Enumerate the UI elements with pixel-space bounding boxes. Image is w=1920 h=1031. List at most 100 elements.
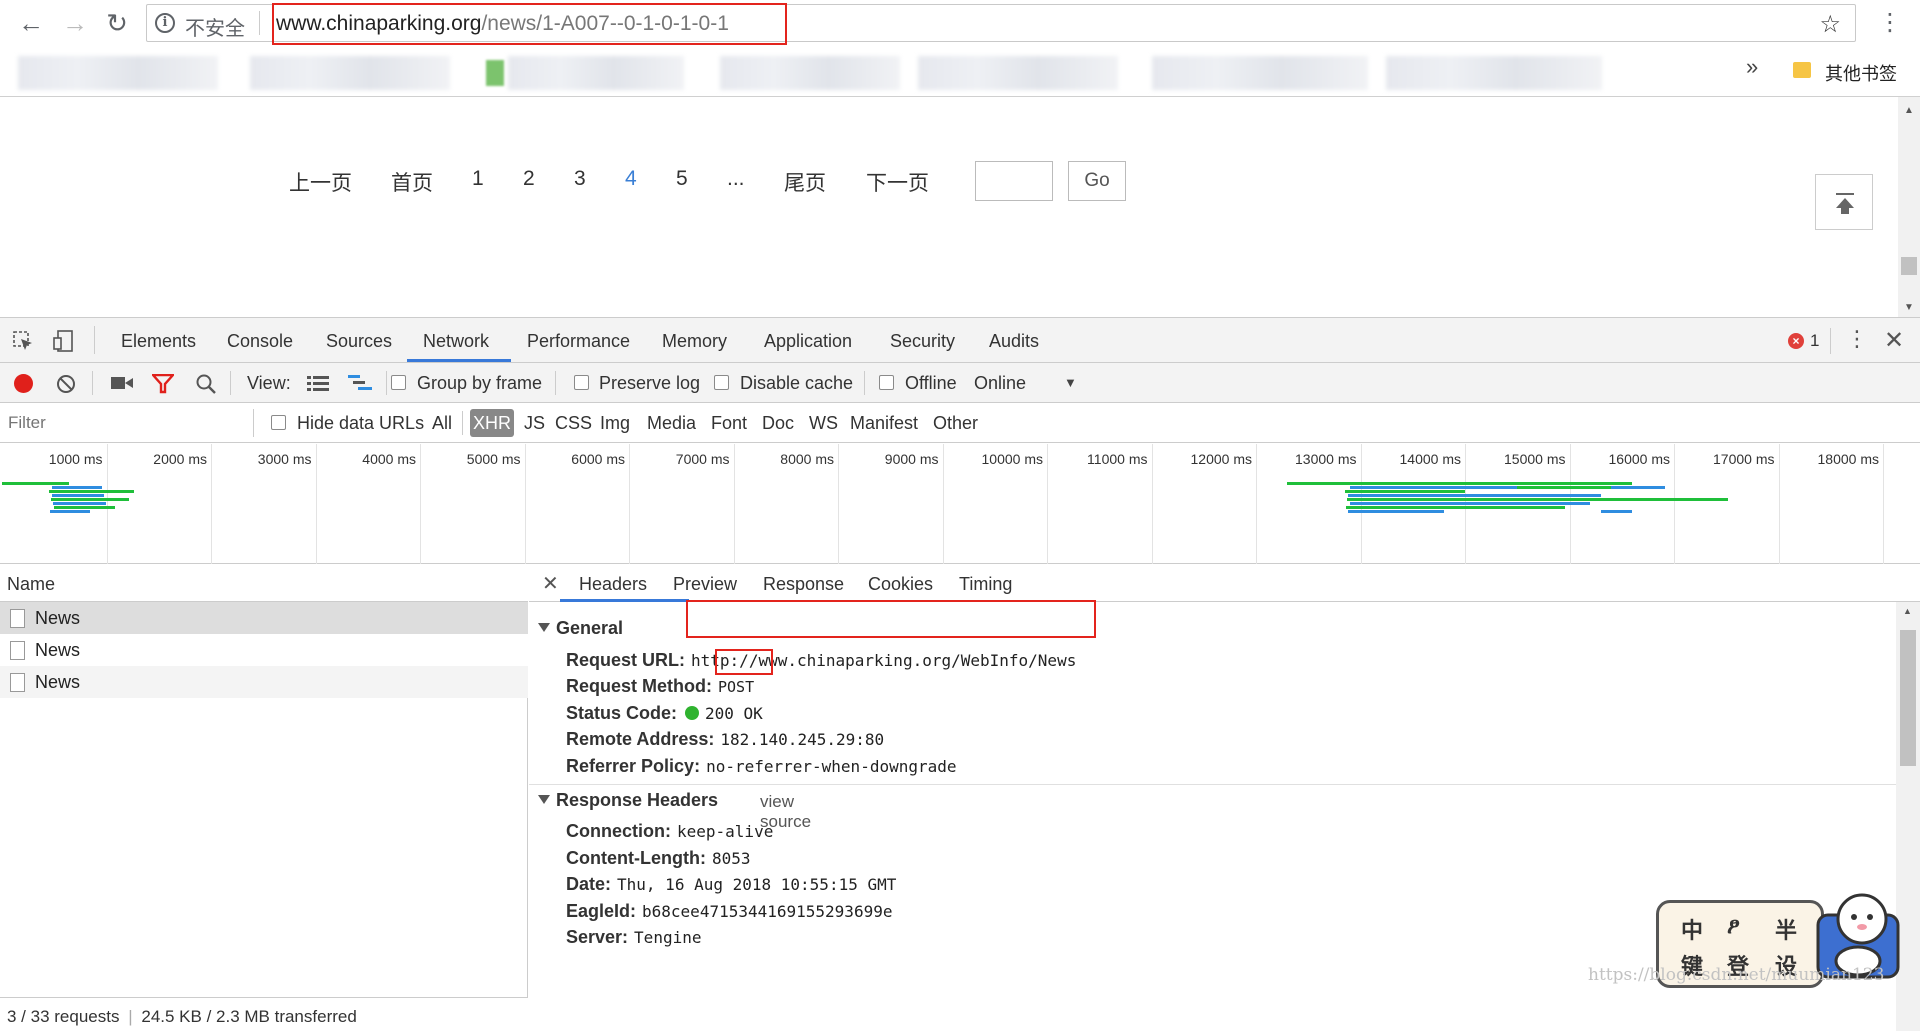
tab-performance[interactable]: Performance	[527, 331, 630, 352]
hide-data-urls-label[interactable]: Hide data URLs	[297, 413, 424, 434]
filter-type-ws[interactable]: WS	[809, 413, 838, 434]
tab-console[interactable]: Console	[227, 331, 293, 352]
filter-type-css[interactable]: CSS	[555, 413, 592, 434]
pagination-first[interactable]: 首页	[391, 167, 433, 197]
name-column-header[interactable]: Name	[0, 564, 528, 602]
filter-type-js[interactable]: JS	[524, 413, 545, 434]
general-section-toggle[interactable]: General	[538, 618, 623, 639]
bookmark-star-icon[interactable]: ☆	[1819, 10, 1841, 39]
request-list: Name News News News 3 / 33 requests | 24…	[0, 564, 528, 1031]
bookmark-item[interactable]	[720, 56, 900, 90]
tab-audits[interactable]: Audits	[989, 331, 1039, 352]
filter-type-doc[interactable]: Doc	[762, 413, 794, 434]
offline-checkbox[interactable]	[879, 375, 894, 390]
filter-funnel-icon[interactable]	[152, 374, 174, 394]
filter-type-media[interactable]: Media	[647, 413, 696, 434]
url-text[interactable]: www.chinaparking.org/news/1-A007--0-1-0-…	[276, 12, 729, 36]
scroll-up-icon[interactable]: ▲	[1903, 606, 1912, 616]
response-headers-section-toggle[interactable]: Response Headers view source	[538, 790, 811, 831]
tab-memory[interactable]: Memory	[662, 331, 727, 352]
chevron-down-icon[interactable]: ▼	[1064, 375, 1077, 390]
timeline-tick-label: 4000 ms	[362, 451, 416, 467]
network-timeline-overview[interactable]: 1000 ms 2000 ms 3000 ms 4000 ms 5000 ms 6000 …	[0, 444, 1920, 564]
throttling-select[interactable]: Online	[974, 373, 1026, 394]
tab-preview[interactable]: Preview	[673, 574, 737, 595]
filter-type-manifest[interactable]: Manifest	[850, 413, 918, 434]
pagination-page[interactable]: 5	[676, 167, 688, 191]
tab-sources[interactable]: Sources	[326, 331, 392, 352]
pagination-page[interactable]: 2	[523, 167, 535, 191]
bookmark-item[interactable]	[508, 56, 684, 90]
filter-type-font[interactable]: Font	[711, 413, 747, 434]
pagination-page[interactable]: 3	[574, 167, 586, 191]
error-count[interactable]: 1	[1810, 331, 1819, 351]
info-icon[interactable]: i	[155, 13, 175, 33]
preserve-log-label[interactable]: Preserve log	[599, 373, 700, 394]
detail-scroll-thumb[interactable]	[1900, 630, 1916, 766]
search-icon[interactable]	[195, 373, 217, 395]
scroll-up-icon[interactable]: ▲	[1904, 105, 1914, 116]
pagination-next[interactable]: 下一页	[866, 167, 929, 197]
bookmark-favicon	[486, 60, 504, 86]
page-scroll-thumb[interactable]	[1901, 257, 1917, 275]
filter-type-all[interactable]: All	[432, 413, 452, 434]
filter-type-xhr[interactable]: XHR	[470, 409, 514, 437]
address-bar[interactable]: i 不安全 www.chinaparking.org/news/1-A007--…	[146, 3, 1856, 45]
video-camera-icon[interactable]	[111, 376, 133, 390]
tab-elements[interactable]: Elements	[121, 331, 196, 352]
request-row[interactable]: News	[0, 666, 528, 698]
other-bookmarks[interactable]: 其他书签	[1825, 60, 1897, 86]
reload-icon[interactable]: ↻	[100, 8, 134, 38]
security-label[interactable]: 不安全	[185, 12, 245, 41]
filter-input[interactable]	[4, 409, 252, 437]
pagination-last[interactable]: 尾页	[784, 167, 826, 197]
bookmark-item[interactable]	[918, 56, 1118, 90]
browser-menu-icon[interactable]: ⋮	[1878, 8, 1902, 38]
filter-type-img[interactable]: Img	[600, 413, 630, 434]
request-row[interactable]: News	[0, 634, 528, 666]
large-rows-list-icon[interactable]	[307, 375, 329, 391]
bookmarks-overflow-chevron[interactable]: »	[1746, 54, 1758, 80]
tab-network[interactable]: Network	[423, 331, 489, 352]
waterfall-overview-icon[interactable]	[348, 374, 372, 392]
timeline-gridline	[838, 444, 839, 564]
devtools-menu-icon[interactable]: ⋮	[1846, 326, 1868, 352]
bookmark-item[interactable]	[18, 56, 218, 90]
tab-application[interactable]: Application	[764, 331, 852, 352]
tab-timing[interactable]: Timing	[959, 574, 1012, 595]
bookmark-item[interactable]	[1386, 56, 1602, 90]
pagination-page[interactable]: 1	[472, 167, 484, 191]
bookmark-item[interactable]	[250, 56, 450, 90]
device-toolbar-icon[interactable]	[52, 329, 76, 353]
close-detail-icon[interactable]: ✕	[542, 571, 559, 596]
tab-security[interactable]: Security	[890, 331, 955, 352]
record-icon[interactable]	[14, 374, 33, 393]
tab-headers[interactable]: Headers	[579, 574, 647, 595]
tab-response[interactable]: Response	[763, 574, 844, 595]
request-row-selected[interactable]: News	[0, 602, 528, 634]
disable-cache-checkbox[interactable]	[714, 375, 729, 390]
page-number-input[interactable]	[975, 161, 1053, 201]
group-by-frame-checkbox[interactable]	[391, 375, 406, 390]
clear-icon[interactable]	[56, 374, 76, 394]
close-devtools-icon[interactable]: ✕	[1884, 326, 1904, 355]
page-scrollbar[interactable]: ▲ ▼	[1898, 97, 1920, 317]
preserve-log-checkbox[interactable]	[574, 375, 589, 390]
forward-icon[interactable]: →	[58, 8, 92, 38]
back-icon[interactable]: ←	[14, 8, 48, 38]
pagination-page-current[interactable]: 4	[625, 167, 637, 191]
error-icon[interactable]: ×	[1788, 333, 1804, 349]
offline-label[interactable]: Offline	[905, 373, 957, 394]
hide-data-urls-checkbox[interactable]	[271, 415, 286, 430]
filter-type-other[interactable]: Other	[933, 413, 978, 434]
back-to-top-button[interactable]	[1815, 174, 1873, 230]
bookmark-item[interactable]	[1152, 56, 1368, 90]
expand-triangle-icon	[538, 795, 550, 804]
tab-cookies[interactable]: Cookies	[868, 574, 933, 595]
scroll-down-icon[interactable]: ▼	[1904, 302, 1914, 313]
group-by-frame-label[interactable]: Group by frame	[417, 373, 542, 394]
inspect-element-icon[interactable]	[12, 330, 34, 352]
go-button[interactable]: Go	[1068, 161, 1126, 201]
pagination-prev[interactable]: 上一页	[289, 167, 352, 197]
disable-cache-label[interactable]: Disable cache	[740, 373, 853, 394]
